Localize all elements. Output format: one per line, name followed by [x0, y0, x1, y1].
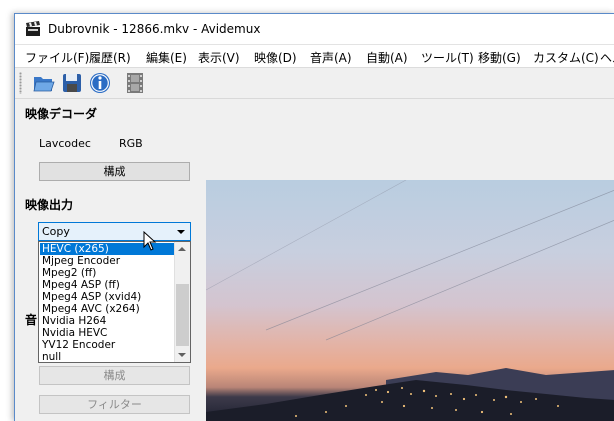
video-output-combo[interactable]: Copy [38, 222, 191, 241]
toolbar [15, 68, 614, 99]
dropdown-option[interactable]: Mpeg4 AVC (x264) [40, 303, 177, 315]
menu-edit[interactable]: 編集(E) [146, 49, 187, 66]
audio-output-title-fragment: 音 [25, 313, 38, 327]
mouse-cursor-icon [143, 231, 157, 251]
open-folder-icon[interactable] [32, 71, 56, 95]
dropdown-option[interactable]: Mpeg4 ASP (ff) [40, 279, 177, 291]
app-window: Dubrovnik - 12866.mkv - Avidemux ファイル(F)… [14, 13, 614, 421]
scroll-up-icon[interactable] [178, 247, 186, 251]
save-floppy-icon[interactable] [60, 71, 84, 95]
menu-audio[interactable]: 音声(A) [310, 49, 352, 66]
scroll-thumb[interactable] [176, 284, 189, 346]
dropdown-option[interactable]: Mpeg2 (ff) [40, 267, 177, 279]
audio-configure-button[interactable]: 構成 [39, 366, 190, 385]
video-output-selected: Copy [42, 225, 70, 238]
chevron-down-icon [177, 230, 185, 234]
audio-filter-button[interactable]: フィルター [39, 395, 190, 414]
video-decoder-title: 映像デコーダ [25, 107, 98, 121]
preview-image [206, 180, 614, 421]
film-strip-icon[interactable] [123, 71, 147, 95]
decoder-configure-button[interactable]: 構成 [39, 162, 190, 181]
dropdown-option[interactable]: YV12 Encoder [40, 339, 177, 351]
dropdown-option[interactable]: Nvidia HEVC [40, 327, 177, 339]
menu-view[interactable]: 表示(V) [198, 49, 240, 66]
title-bar: Dubrovnik - 12866.mkv - Avidemux [15, 14, 614, 45]
toolbar-grip[interactable] [19, 72, 22, 94]
decoder-format: RGB [119, 137, 143, 150]
menu-bar: ファイル(F) 履歴(R) 編集(E) 表示(V) 映像(D) 音声(A) 自動… [15, 45, 614, 68]
window-title: Dubrovnik - 12866.mkv - Avidemux [48, 22, 261, 36]
menu-history[interactable]: 履歴(R) [89, 49, 131, 66]
avidemux-clapper-icon [26, 21, 40, 36]
menu-tools[interactable]: ツール(T) [421, 49, 474, 66]
decoder-name: Lavcodec [39, 137, 91, 150]
scroll-down-icon[interactable] [178, 353, 186, 357]
dropdown-option[interactable]: null [40, 351, 177, 362]
video-preview [206, 180, 614, 421]
menu-auto[interactable]: 自動(A) [366, 49, 408, 66]
menu-go[interactable]: 移動(G) [478, 49, 521, 66]
dropdown-option[interactable]: Mpeg4 ASP (xvid4) [40, 291, 177, 303]
menu-video[interactable]: 映像(D) [254, 49, 297, 66]
dropdown-scrollbar[interactable] [174, 242, 190, 362]
info-icon[interactable] [88, 71, 112, 95]
video-output-dropdown-list: HEVC (x265) Mjpeg Encoder Mpeg2 (ff) Mpe… [38, 241, 191, 363]
video-output-title: 映像出力 [25, 198, 74, 212]
menu-file[interactable]: ファイル(F) [25, 49, 89, 66]
dropdown-option[interactable]: Nvidia H264 [40, 315, 177, 327]
dropdown-option[interactable]: Mjpeg Encoder [40, 255, 177, 267]
menu-help[interactable]: ヘル [600, 49, 614, 66]
menu-custom[interactable]: カスタム(C) [533, 49, 599, 66]
